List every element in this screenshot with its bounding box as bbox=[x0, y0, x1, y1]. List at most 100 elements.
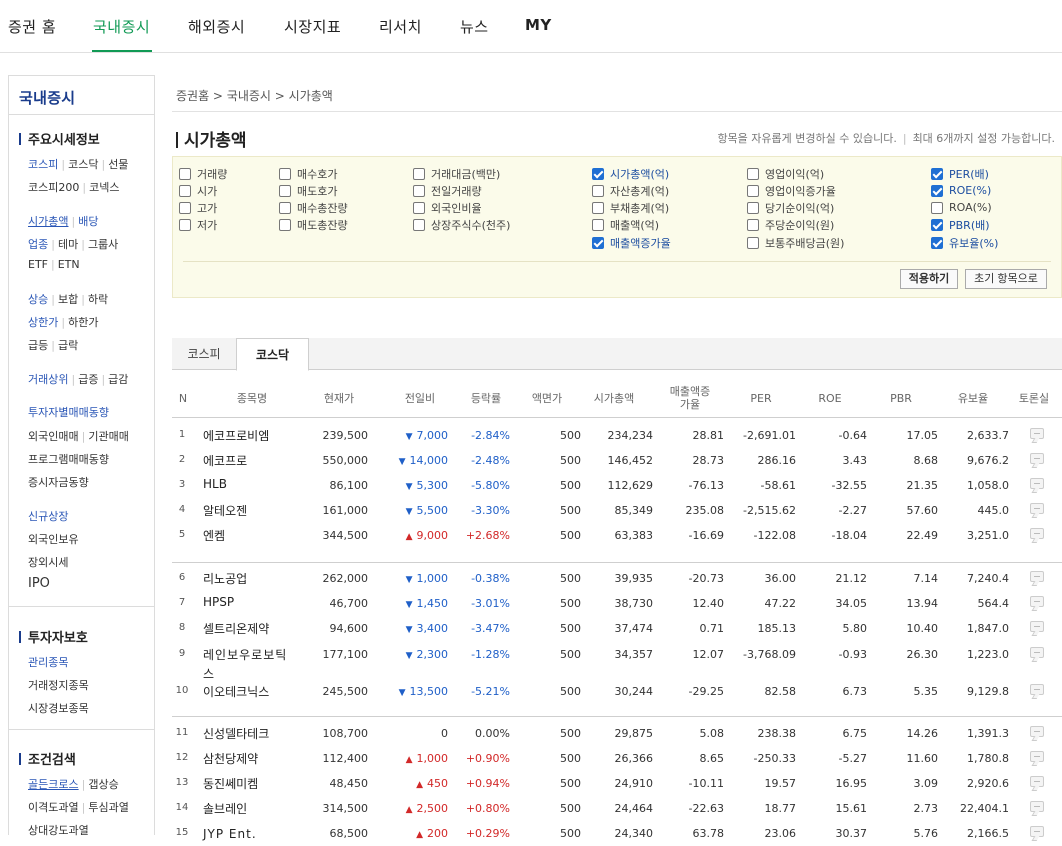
option-checkbox[interactable]: 보통주배당금(원) bbox=[747, 235, 844, 250]
checkbox-icon[interactable] bbox=[413, 167, 425, 180]
sidebar-link-rise[interactable]: 상승 bbox=[28, 293, 48, 306]
stock-name-link[interactable]: 엔켐 bbox=[203, 527, 225, 544]
checkbox-icon[interactable] bbox=[413, 218, 425, 231]
discussion-icon[interactable] bbox=[1030, 428, 1044, 439]
table-row[interactable]: 5 엔켐 344,500 500 63,383 -16.69 -122.08 -18.04 22… bbox=[172, 523, 1062, 548]
table-row[interactable]: 13 동진쎄미켐 48,450 500 24,910 -10.11 19.57 16.95 3.… bbox=[172, 771, 1062, 796]
option-checkbox[interactable]: 매도호가 bbox=[279, 183, 337, 198]
sidebar-link-kospi200[interactable]: 코스피200 bbox=[28, 181, 79, 194]
option-checkbox[interactable]: 거래량 bbox=[179, 166, 227, 181]
discussion-icon[interactable] bbox=[1030, 826, 1044, 837]
checkbox-icon[interactable] bbox=[179, 218, 191, 231]
option-checkbox[interactable]: 주당순이익(원) bbox=[747, 217, 834, 232]
option-checkbox[interactable]: 상장주식수(천주) bbox=[413, 217, 510, 232]
checkbox-icon[interactable] bbox=[279, 167, 291, 180]
discussion-icon[interactable] bbox=[1030, 726, 1044, 737]
checkbox-icon[interactable] bbox=[179, 184, 191, 197]
checkbox-icon[interactable] bbox=[931, 236, 943, 249]
table-row[interactable]: 12 삼천당제약 112,400 500 26,366 8.65 -250.33 -5.27 1… bbox=[172, 746, 1062, 771]
option-checkbox[interactable]: ROA(%) bbox=[931, 200, 992, 215]
stock-name-link[interactable]: 알테오젠 bbox=[203, 502, 247, 519]
stock-name-link[interactable]: 에코프로 bbox=[203, 452, 247, 469]
nav-domestic-market[interactable]: 국내증시 bbox=[93, 16, 150, 37]
sidebar-link-fall[interactable]: 하락 bbox=[88, 293, 108, 306]
nav-my[interactable]: MY bbox=[525, 16, 552, 34]
table-row[interactable]: 3 HLB 86,100 500 112,629 -76.13 -58.61 -32.55 21… bbox=[172, 473, 1062, 498]
checkbox-icon[interactable] bbox=[179, 167, 191, 180]
sidebar-link-halted[interactable]: 거래정지종목 bbox=[28, 677, 89, 693]
option-checkbox[interactable]: 고가 bbox=[179, 200, 217, 215]
option-checkbox[interactable]: 자산총계(억) bbox=[592, 183, 669, 198]
sidebar-link-flat[interactable]: 보합 bbox=[58, 293, 78, 306]
tab-kospi[interactable]: 코스피 bbox=[172, 338, 236, 370]
option-checkbox[interactable]: 전일거래량 bbox=[413, 183, 482, 198]
option-checkbox[interactable]: 매출액증가율 bbox=[592, 235, 671, 250]
sidebar-link-etn[interactable]: ETN bbox=[58, 258, 80, 271]
sidebar-link-dividend[interactable]: 배당 bbox=[78, 215, 98, 228]
sidebar-link-ipo[interactable]: IPO bbox=[28, 576, 50, 591]
sidebar-link-foreign-hold[interactable]: 외국인보유 bbox=[28, 531, 79, 547]
option-checkbox[interactable]: 영업이익증가율 bbox=[747, 183, 836, 198]
stock-name-link[interactable]: 이오테크닉스 bbox=[203, 683, 269, 700]
sidebar-link-psych[interactable]: 투심과열 bbox=[88, 801, 128, 814]
option-checkbox[interactable]: 영업이익(억) bbox=[747, 166, 824, 181]
tab-kosdaq[interactable]: 코스닥 bbox=[236, 338, 309, 371]
sidebar-link-alert[interactable]: 시장경보종목 bbox=[28, 700, 89, 716]
sidebar-link-golden[interactable]: 골든크로스 bbox=[28, 778, 79, 791]
option-checkbox[interactable]: 부채총계(억) bbox=[592, 200, 669, 215]
stock-name-link[interactable]: 동진쎄미켐 bbox=[203, 775, 258, 792]
discussion-icon[interactable] bbox=[1030, 503, 1044, 514]
checkbox-icon[interactable] bbox=[931, 218, 943, 231]
checkbox-icon[interactable] bbox=[592, 167, 604, 180]
stock-name-link[interactable]: HLB bbox=[203, 477, 227, 491]
nav-market-indicators[interactable]: 시장지표 bbox=[284, 16, 341, 37]
sidebar-link-disparity[interactable]: 이격도과열 bbox=[28, 801, 79, 814]
table-row[interactable]: 9 레인보우로보틱스 177,100 500 34,357 12.07 -3,768.09-… bbox=[172, 642, 1062, 681]
checkbox-icon[interactable] bbox=[279, 201, 291, 214]
discussion-icon[interactable] bbox=[1030, 647, 1044, 658]
stock-name-link[interactable]: 신성델타테크 bbox=[203, 725, 269, 742]
apply-button[interactable]: 적용하기 bbox=[900, 269, 958, 289]
option-checkbox[interactable]: 매수호가 bbox=[279, 166, 337, 181]
option-checkbox[interactable]: 매수총잔량 bbox=[279, 200, 348, 215]
sidebar-link-kospi[interactable]: 코스피 bbox=[28, 158, 58, 171]
stock-name-link[interactable]: 솔브레인 bbox=[203, 800, 247, 817]
discussion-icon[interactable] bbox=[1030, 684, 1044, 695]
stock-name-link[interactable]: 에코프로비엠 bbox=[203, 427, 269, 444]
table-row[interactable]: 8 셀트리온제약 94,600 500 37,474 0.71 185.13 5.80 10.4… bbox=[172, 616, 1062, 641]
checkbox-icon[interactable] bbox=[592, 236, 604, 249]
checkbox-icon[interactable] bbox=[413, 201, 425, 214]
discussion-icon[interactable] bbox=[1030, 571, 1044, 582]
checkbox-icon[interactable] bbox=[747, 201, 759, 214]
discussion-icon[interactable] bbox=[1030, 751, 1044, 762]
checkbox-icon[interactable] bbox=[592, 201, 604, 214]
sidebar-link-surge[interactable]: 급등 bbox=[28, 339, 48, 352]
table-row[interactable]: 15 JYP Ent. 68,500 500 24,340 63.78 23.06 30.37… bbox=[172, 821, 1062, 846]
table-row[interactable]: 4 알테오젠 161,000 500 85,349 235.08 -2,515.62 -2.2… bbox=[172, 498, 1062, 523]
table-row[interactable]: 7 HPSP 46,700 500 38,730 12.40 47.22 34.05 13.94… bbox=[172, 591, 1062, 616]
nav-stock-home[interactable]: 증권 홈 bbox=[8, 16, 56, 37]
stock-name-link[interactable]: 리노공업 bbox=[203, 570, 247, 587]
checkbox-icon[interactable] bbox=[592, 184, 604, 197]
reset-button[interactable]: 초기 항목으로 bbox=[965, 269, 1047, 289]
sidebar-link-drop[interactable]: 급감 bbox=[108, 373, 128, 386]
option-checkbox[interactable]: ROE(%) bbox=[931, 183, 991, 198]
sidebar-link-program-trade[interactable]: 프로그램매매동향 bbox=[28, 451, 109, 467]
sidebar-link-otc[interactable]: 장외시세 bbox=[28, 554, 68, 570]
checkbox-icon[interactable] bbox=[931, 201, 943, 214]
sidebar-link-upper[interactable]: 상한가 bbox=[28, 316, 58, 329]
option-checkbox[interactable]: 시가총액(억) bbox=[592, 166, 669, 181]
table-row[interactable]: 14 솔브레인 314,500 500 24,464 -22.63 18.77 15.61 2.… bbox=[172, 796, 1062, 821]
checkbox-icon[interactable] bbox=[413, 184, 425, 197]
sidebar-link-kosdaq[interactable]: 코스닥 bbox=[68, 158, 98, 171]
table-row[interactable]: 2 에코프로 550,000 500 146,452 28.73 286.16 3.43 8.6… bbox=[172, 448, 1062, 473]
discussion-icon[interactable] bbox=[1030, 528, 1044, 539]
checkbox-icon[interactable] bbox=[931, 167, 943, 180]
checkbox-icon[interactable] bbox=[747, 184, 759, 197]
nav-overseas-market[interactable]: 해외증시 bbox=[188, 16, 245, 37]
option-checkbox[interactable]: 매도총잔량 bbox=[279, 217, 348, 232]
sidebar-link-deposit[interactable]: 증시자금동향 bbox=[28, 474, 89, 490]
table-row[interactable]: 6 리노공업 262,000 500 39,935 -20.73 36.00 21.12 7.1… bbox=[172, 566, 1062, 591]
option-checkbox[interactable]: PBR(배) bbox=[931, 217, 990, 232]
sidebar-link-group[interactable]: 그룹사 bbox=[88, 238, 118, 251]
